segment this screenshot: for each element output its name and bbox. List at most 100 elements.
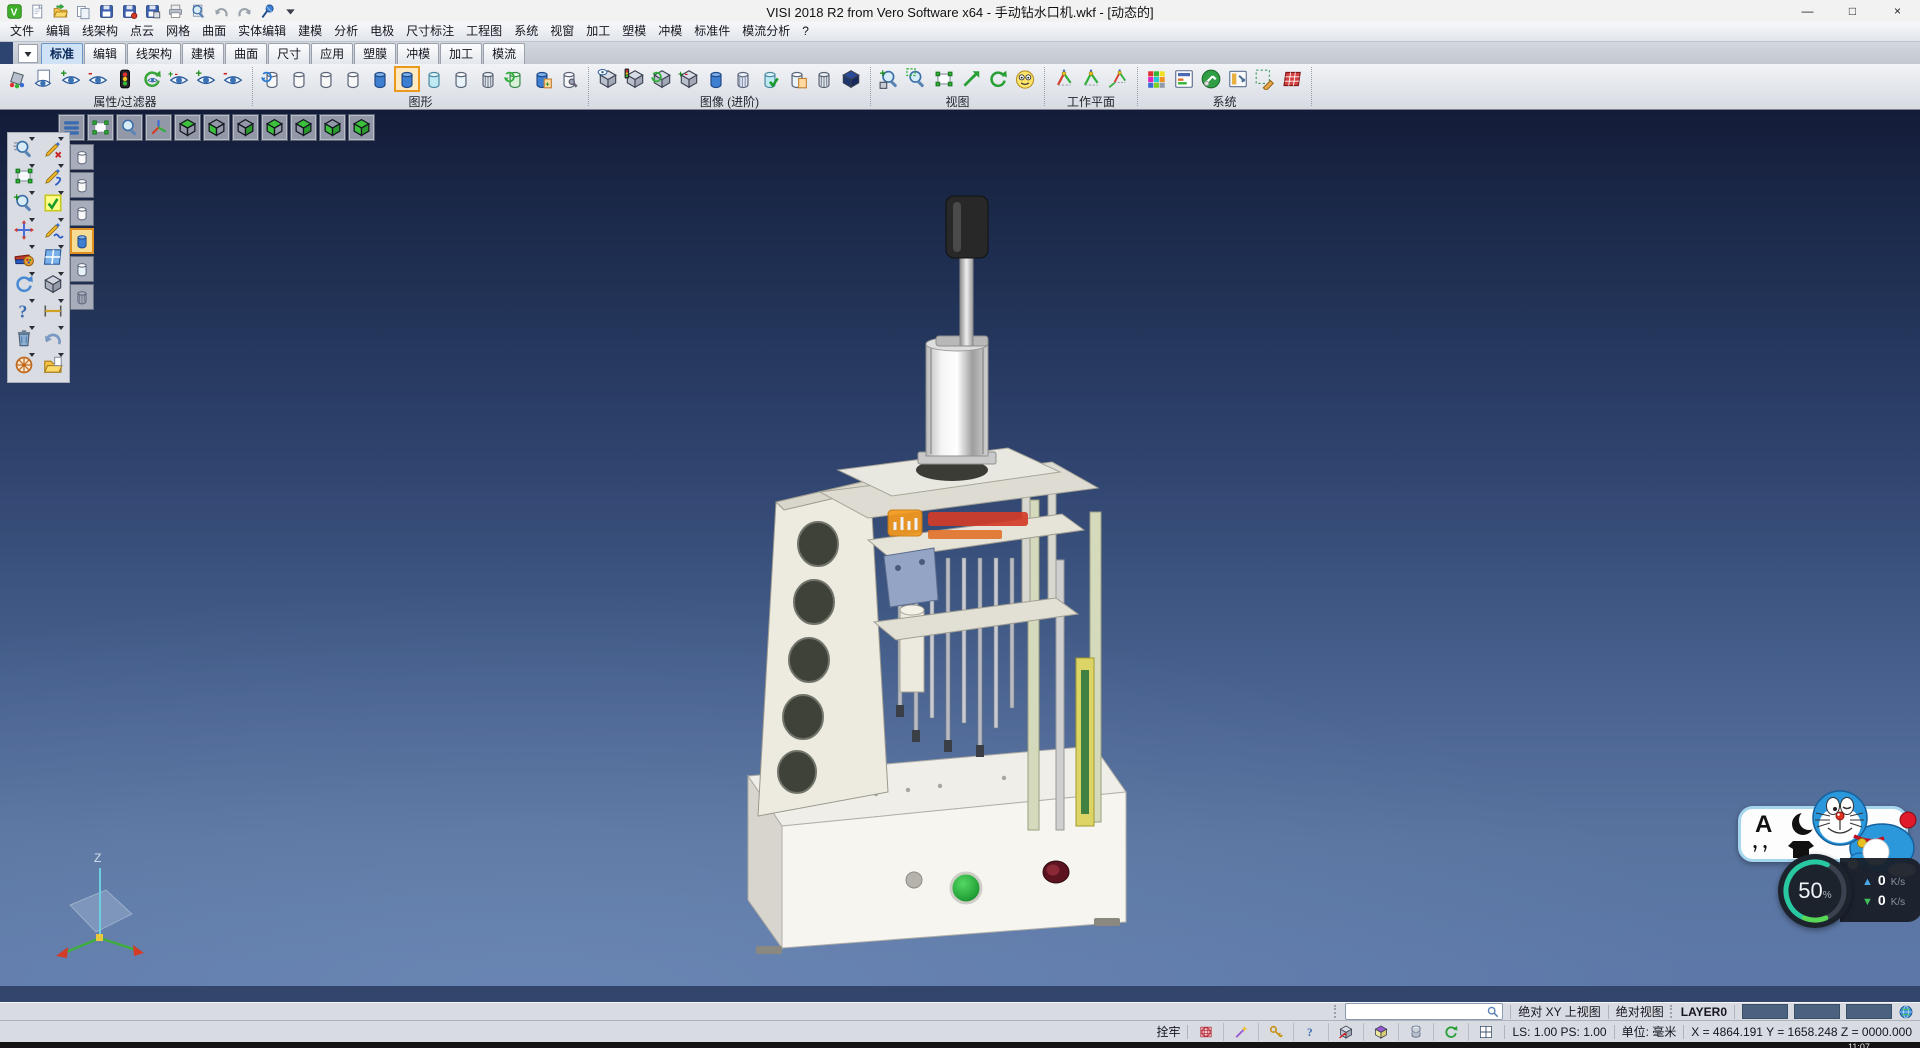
minimize-button[interactable]: — — [1785, 0, 1830, 22]
rotate-green-icon[interactable] — [1433, 1023, 1462, 1041]
cyl-plus-icon[interactable]: + — [529, 66, 555, 92]
cyl-stripe-icon[interactable] — [730, 66, 756, 92]
trash-icon[interactable] — [9, 324, 38, 351]
eye-plus-icon[interactable]: + — [193, 66, 219, 92]
search-box[interactable] — [1345, 1003, 1503, 1020]
menu-item-8[interactable]: 分析 — [328, 22, 364, 41]
cyl-wire-icon[interactable] — [811, 66, 837, 92]
tab-8[interactable]: 冲模 — [397, 43, 439, 64]
books-icon[interactable] — [9, 243, 38, 270]
pencil-s-icon[interactable] — [38, 162, 67, 189]
eye-minus-icon[interactable]: - — [220, 66, 246, 92]
print-icon[interactable] — [165, 1, 185, 21]
card-chart-icon[interactable] — [1171, 66, 1197, 92]
pin-icon[interactable] — [257, 1, 277, 21]
tab-10[interactable]: 模流 — [483, 43, 525, 64]
menu-item-5[interactable]: 曲面 — [196, 22, 232, 41]
menu-item-19[interactable]: ? — [796, 22, 815, 41]
box-pm-icon[interactable]: +- — [676, 66, 702, 92]
cyl-pale-icon[interactable] — [448, 66, 474, 92]
axes-view-icon[interactable] — [145, 114, 172, 141]
cyl-stack-icon[interactable] — [1398, 1023, 1427, 1041]
toolbar-grip[interactable] — [1334, 1005, 1339, 1018]
layer-label[interactable]: LAYER0 — [1681, 1005, 1727, 1019]
menu-item-4[interactable]: 网格 — [160, 22, 196, 41]
cube-back-icon[interactable] — [319, 114, 346, 141]
new-doc-icon[interactable] — [27, 1, 47, 21]
cyl-check-icon[interactable] — [757, 66, 783, 92]
save-all-icon[interactable] — [142, 1, 162, 21]
cyl-outline-icon[interactable] — [286, 66, 312, 92]
folder-page-icon[interactable] — [38, 351, 67, 378]
network-speed-panel[interactable]: ▲ 0 K/s ▼ 0 K/s — [1840, 858, 1920, 922]
menu-item-9[interactable]: 电极 — [364, 22, 400, 41]
cyl-stack-green-icon[interactable] — [502, 66, 528, 92]
cyl-outline-icon[interactable] — [70, 200, 94, 226]
menu-item-14[interactable]: 加工 — [580, 22, 616, 41]
open-folder-icon[interactable] — [50, 1, 70, 21]
eye-minus-icon[interactable]: - — [85, 66, 111, 92]
measure-icon[interactable] — [38, 297, 67, 324]
toolbar-grip[interactable] — [1670, 1005, 1675, 1018]
redo-icon[interactable] — [234, 1, 254, 21]
wand-icon[interactable] — [1223, 1023, 1252, 1041]
mag-frame-icon[interactable] — [904, 66, 930, 92]
menu-item-13[interactable]: 视窗 — [544, 22, 580, 41]
keys-icon[interactable] — [1258, 1023, 1287, 1041]
card-tools-icon[interactable] — [1225, 66, 1251, 92]
menu-item-11[interactable]: 工程图 — [460, 22, 508, 41]
grid-card-icon[interactable] — [1279, 66, 1305, 92]
frame-icon[interactable] — [87, 114, 114, 141]
wp-axes-green-icon[interactable] — [1078, 66, 1104, 92]
compass-box-icon[interactable] — [1328, 1023, 1357, 1041]
cyl-pale-icon[interactable] — [70, 256, 94, 282]
compass-icon[interactable] — [9, 351, 38, 378]
wp-axes-small-icon[interactable] — [1105, 66, 1131, 92]
mag-plus-box-icon[interactable]: + — [877, 66, 903, 92]
frame-icon[interactable] — [9, 162, 38, 189]
frame-icon[interactable] — [931, 66, 957, 92]
eye-plus-icon[interactable]: + — [58, 66, 84, 92]
cyl-cyan-icon[interactable] — [421, 66, 447, 92]
color-swatch[interactable] — [1846, 1004, 1892, 1019]
visi-logo-icon[interactable]: V — [4, 1, 24, 21]
menu-item-12[interactable]: 系统 — [508, 22, 544, 41]
box-purple-icon[interactable] — [1363, 1023, 1392, 1041]
bucket-icon[interactable] — [4, 66, 30, 92]
grid-red-icon[interactable] — [1195, 1023, 1217, 1041]
view-ref-label[interactable]: 绝对视图 — [1616, 1003, 1664, 1020]
caret-down-icon[interactable] — [280, 1, 300, 21]
menu-item-15[interactable]: 塑模 — [616, 22, 652, 41]
page-eye-icon[interactable] — [31, 66, 57, 92]
tab-1[interactable]: 编辑 — [84, 43, 126, 64]
hand-grid-icon[interactable] — [1252, 66, 1278, 92]
tab-9[interactable]: 加工 — [440, 43, 482, 64]
menu-item-18[interactable]: 模流分析 — [736, 22, 796, 41]
refresh-green-icon[interactable] — [985, 66, 1011, 92]
cube-top-icon[interactable] — [174, 114, 201, 141]
menu-item-6[interactable]: 实体编辑 — [232, 22, 292, 41]
menu-item-0[interactable]: 文件 — [4, 22, 40, 41]
check-icon[interactable] — [38, 189, 67, 216]
cyl-outline-icon[interactable] — [340, 66, 366, 92]
cyl-outline-icon[interactable] — [70, 144, 94, 170]
tab-overflow-button[interactable] — [18, 44, 38, 63]
mag-fly-icon[interactable] — [9, 135, 38, 162]
box-navy-icon[interactable] — [838, 66, 864, 92]
menu-item-17[interactable]: 标准件 — [688, 22, 736, 41]
eye-pm-icon[interactable]: +- — [166, 66, 192, 92]
undo-big-icon[interactable] — [38, 324, 67, 351]
box-traffic-icon[interactable] — [622, 66, 648, 92]
cube-left-icon[interactable] — [261, 114, 288, 141]
copy-doc-icon[interactable] — [73, 1, 93, 21]
globe-icon[interactable] — [1898, 1004, 1914, 1020]
pencil-x-icon[interactable] — [38, 135, 67, 162]
cyl-wire-icon[interactable] — [475, 66, 501, 92]
tab-6[interactable]: 应用 — [311, 43, 353, 64]
menu-item-10[interactable]: 尺寸标注 — [400, 22, 460, 41]
cyl-page-icon[interactable] — [784, 66, 810, 92]
cyl-refresh-icon[interactable] — [259, 66, 285, 92]
refresh-blue-icon[interactable] — [9, 270, 38, 297]
menu-item-1[interactable]: 编辑 — [40, 22, 76, 41]
cyl-wrench-icon[interactable] — [556, 66, 582, 92]
